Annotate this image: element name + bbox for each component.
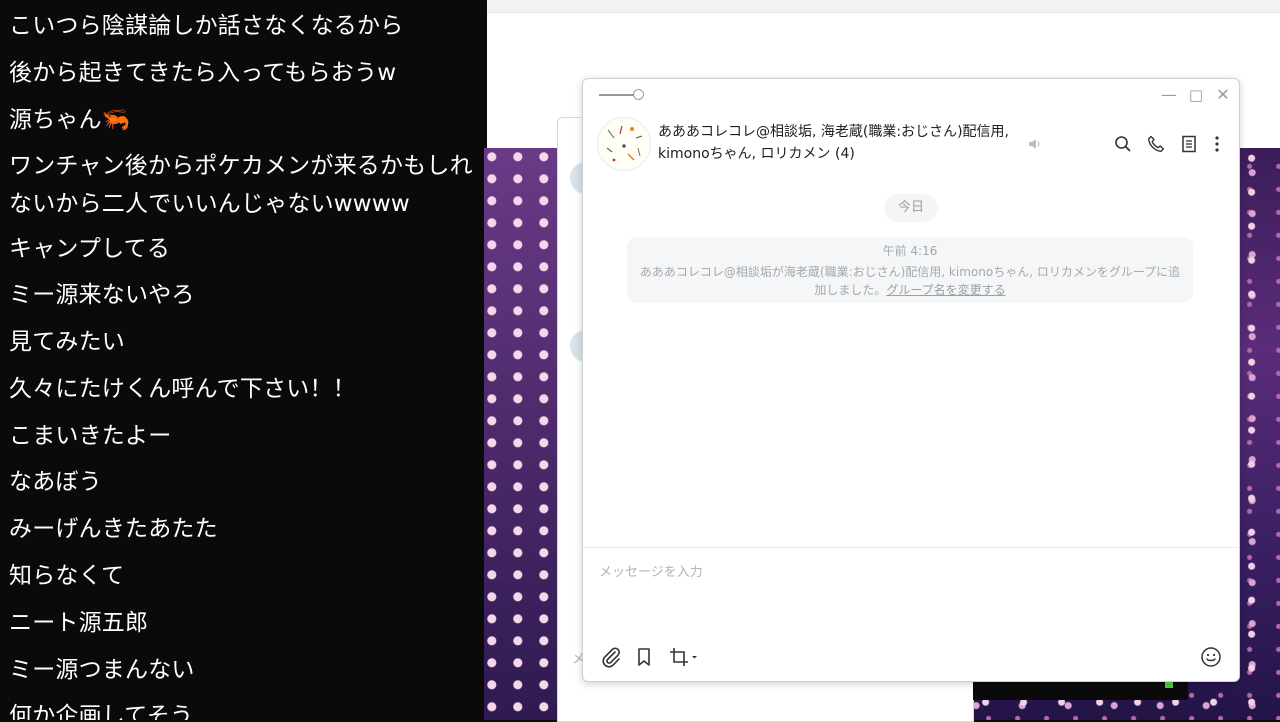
comment-item: ミー源来ないやろ — [9, 282, 195, 308]
comment-item: ミー源つまんない — [9, 657, 195, 683]
minimize-button[interactable]: — — [1159, 85, 1179, 105]
system-message-time: 午前 4:16 — [882, 244, 938, 258]
maximize-button[interactable]: □ — [1186, 85, 1206, 105]
group-chat-window: — □ ✕ あああコレコレ@相談垢, 海老蔵(職業:おじさん)配信用, kimo… — [582, 78, 1240, 682]
bookmark-icon[interactable] — [632, 645, 656, 669]
chat-title: あああコレコレ@相談垢, 海老蔵(職業:おじさん)配信用, kimonoちゃん,… — [658, 124, 1009, 162]
phone-icon[interactable] — [1145, 133, 1167, 155]
comment-item: 後から起きてきたら入ってもらおうw — [9, 60, 397, 86]
background-app-menubar — [487, 0, 1280, 13]
comment-item: キャンプしてる — [9, 236, 171, 262]
comment-item: なあぼう — [9, 469, 102, 495]
comment-item: みーげんきたあたた — [9, 516, 218, 542]
emoji-icon[interactable] — [1199, 645, 1223, 669]
comment-item: 何か企画してそう — [9, 703, 194, 720]
opacity-slider-track[interactable] — [599, 94, 635, 96]
dark-overlay-box — [973, 680, 1188, 700]
comment-item: 知らなくて — [9, 563, 125, 589]
comment-item: こまいきたよー — [9, 423, 172, 449]
search-icon[interactable] — [1112, 133, 1134, 155]
live-comment-panel: こいつら陰謀論しか話さなくなるから 後から起きてきたら入ってもらおうw 源ちゃん… — [0, 0, 484, 720]
close-button[interactable]: ✕ — [1213, 85, 1233, 105]
notes-icon[interactable] — [1178, 133, 1200, 155]
comment-item: 久々にたけくん呼んで下さい！！ — [9, 376, 356, 402]
comment-item: 源ちゃん🦐 — [9, 107, 131, 133]
sakura-pixel-strip — [484, 148, 558, 720]
comment-item: 見てみたい — [9, 329, 125, 355]
rename-group-link[interactable]: グループ名を変更する — [886, 283, 1005, 297]
crop-icon[interactable] — [667, 645, 701, 669]
comment-item: ワンチャン後からポケカメンが来るかもしれないから二人でいいんじゃないwwww — [9, 153, 473, 217]
attach-icon[interactable] — [599, 645, 623, 669]
system-message-text: あああコレコレ@相談垢が海老蔵(職業:おじさん)配信用, kimonoちゃん, … — [639, 263, 1181, 299]
message-input[interactable] — [597, 559, 1221, 623]
more-icon[interactable] — [1206, 133, 1228, 155]
mute-speaker-icon[interactable] — [1024, 133, 1046, 155]
input-divider — [583, 547, 1239, 548]
date-separator: 今日 — [884, 194, 938, 222]
group-avatar[interactable] — [597, 117, 651, 171]
comment-item: こいつら陰謀論しか話さなくなるから — [9, 13, 404, 39]
comment-item: ニート源五郎 — [9, 610, 149, 636]
system-message: 午前 4:16 あああコレコレ@相談垢が海老蔵(職業:おじさん)配信用, kim… — [627, 237, 1193, 303]
opacity-slider-handle[interactable] — [633, 89, 644, 100]
